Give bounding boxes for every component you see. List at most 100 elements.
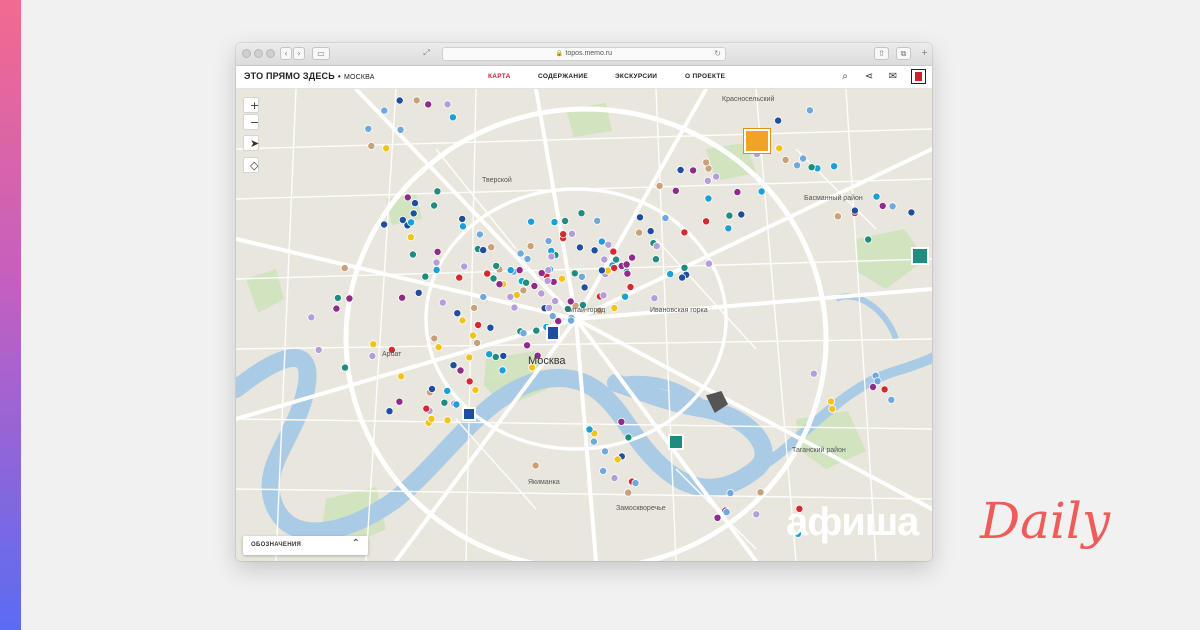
map-point-marker[interactable] [382, 144, 391, 153]
map-point-marker[interactable] [613, 455, 622, 464]
back-button[interactable]: ‹ [280, 47, 292, 60]
map-point-marker[interactable] [799, 154, 808, 163]
map-point-marker[interactable] [532, 326, 541, 335]
map-point-marker[interactable] [756, 488, 765, 497]
map-point-marker[interactable] [438, 298, 447, 307]
new-tab-button[interactable]: + [919, 47, 930, 60]
map-point-marker[interactable] [333, 293, 342, 302]
map-point-marker[interactable] [473, 338, 482, 347]
map-point-marker[interactable] [604, 240, 613, 249]
zoom-in-button[interactable]: + [243, 97, 259, 113]
map-point-marker[interactable] [646, 227, 655, 236]
map-point-marker[interactable] [440, 398, 449, 407]
map-point-marker[interactable] [427, 384, 436, 393]
map-point-marker[interactable] [544, 236, 553, 245]
map-point-marker[interactable] [880, 385, 889, 394]
map-point-marker[interactable] [452, 400, 461, 409]
map-point-marker[interactable] [757, 187, 766, 196]
site-brand[interactable]: ЭТО ПРЯМО ЗДЕСЬ • МОСКВА [244, 71, 375, 81]
map-point-marker[interactable] [722, 508, 731, 517]
map-point-marker[interactable] [341, 363, 350, 372]
map-point-marker[interactable] [368, 351, 377, 360]
map-point-marker[interactable] [471, 385, 480, 394]
map-point-marker[interactable] [427, 414, 436, 423]
map-point-marker[interactable] [561, 216, 570, 225]
map-point-marker[interactable] [580, 283, 589, 292]
map-point-marker[interactable] [597, 237, 606, 246]
site-marker-kremlin[interactable] [546, 325, 560, 341]
map-point-marker[interactable] [433, 247, 442, 256]
address-bar[interactable]: 🔒 topos.memo.ru ↻ [442, 47, 726, 61]
nav-about[interactable]: О ПРОЕКТЕ [685, 73, 725, 80]
map-point-marker[interactable] [676, 166, 685, 175]
map-point-marker[interactable] [781, 155, 790, 164]
map-point-marker[interactable] [809, 369, 818, 378]
map-point-marker[interactable] [307, 313, 316, 322]
map-point-marker[interactable] [724, 224, 733, 233]
map-point-marker[interactable] [543, 276, 552, 285]
map-point-marker[interactable] [622, 260, 631, 269]
map-point-marker[interactable] [805, 106, 814, 115]
map-point-marker[interactable] [470, 303, 479, 312]
map-point-marker[interactable] [599, 291, 608, 300]
map-point-marker[interactable] [793, 161, 802, 170]
map-point-marker[interactable] [432, 258, 441, 267]
map-point-marker[interactable] [635, 228, 644, 237]
map-point-marker[interactable] [512, 290, 521, 299]
map-point-marker[interactable] [458, 214, 467, 223]
map-point-marker[interactable] [548, 312, 557, 321]
map-point-marker[interactable] [491, 352, 500, 361]
map-point-marker[interactable] [575, 243, 584, 252]
forward-button[interactable]: › [293, 47, 305, 60]
map-point-marker[interactable] [593, 216, 602, 225]
map-point-marker[interactable] [702, 217, 711, 226]
map-point-marker[interactable] [498, 366, 507, 375]
map-point-marker[interactable] [495, 280, 504, 289]
map-point-marker[interactable] [314, 345, 323, 354]
map-point-marker[interactable] [430, 334, 439, 343]
map-point-marker[interactable] [680, 228, 689, 237]
map-point-marker[interactable] [635, 213, 644, 222]
map-point-marker[interactable] [547, 252, 556, 261]
map-point-marker[interactable] [628, 253, 637, 262]
map-point-marker[interactable] [414, 288, 423, 297]
site-marker-arbat[interactable] [462, 407, 476, 421]
map-point-marker[interactable] [460, 262, 469, 271]
map-point-marker[interactable] [702, 158, 711, 167]
map-point-marker[interactable] [600, 447, 609, 456]
map-point-marker[interactable] [567, 229, 576, 238]
map-point-marker[interactable] [510, 303, 519, 312]
map-point-marker[interactable] [433, 187, 442, 196]
map-point-marker[interactable] [559, 230, 568, 239]
map-point-marker[interactable] [872, 192, 881, 201]
map-point-marker[interactable] [850, 206, 859, 215]
map-point-marker[interactable] [704, 259, 713, 268]
map-point-marker[interactable] [456, 366, 465, 375]
map-point-marker[interactable] [650, 294, 659, 303]
map-point-marker[interactable] [519, 286, 528, 295]
share-button[interactable]: ⇧ [874, 47, 889, 60]
map-point-marker[interactable] [544, 266, 553, 275]
map-point-marker[interactable] [537, 289, 546, 298]
map-point-marker[interactable] [408, 250, 417, 259]
map-point-marker[interactable] [599, 466, 608, 475]
map-point-marker[interactable] [610, 474, 619, 483]
map-point-marker[interactable] [448, 113, 457, 122]
map-point-marker[interactable] [458, 316, 467, 325]
map-point-marker[interactable] [403, 193, 412, 202]
site-marker-basmanny[interactable] [911, 247, 929, 265]
map-point-marker[interactable] [474, 320, 483, 329]
map-point-marker[interactable] [422, 404, 431, 413]
map-point-marker[interactable] [737, 210, 746, 219]
map-point-marker[interactable] [617, 417, 626, 426]
share-icon[interactable]: ⋖ [862, 70, 876, 84]
map-point-marker[interactable] [624, 488, 633, 497]
map-point-marker[interactable] [577, 272, 586, 281]
reload-icon[interactable]: ↻ [714, 48, 721, 60]
map-point-marker[interactable] [888, 202, 897, 211]
map-point-marker[interactable] [597, 266, 606, 275]
map-point-marker[interactable] [566, 316, 575, 325]
map-point-marker[interactable] [807, 163, 816, 172]
legend-toggle[interactable]: ОБОЗНАЧЕНИЯ ⌃ [243, 536, 368, 555]
map-point-marker[interactable] [506, 292, 515, 301]
